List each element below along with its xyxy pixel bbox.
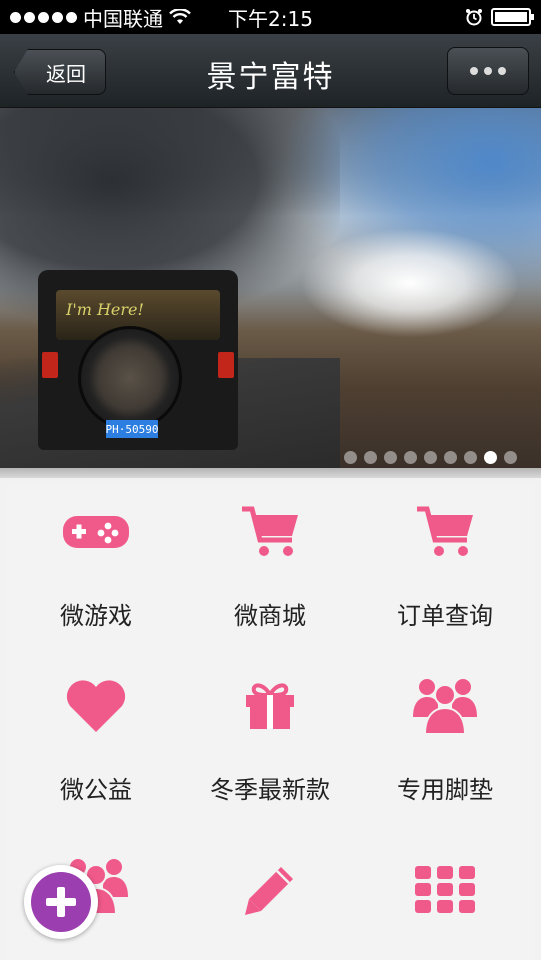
grid-item-micro-charity[interactable]: 微公益 [8,658,184,828]
alarm-icon [466,9,482,26]
signal-strength-icon [10,11,77,23]
banner-carousel[interactable]: I'm Here! PH·50590 [0,108,541,468]
grid-item-label: 微商城 [234,602,306,630]
grid-item-label: 专用脚垫 [397,776,493,804]
wifi-icon [169,9,191,24]
carousel-dot[interactable] [344,451,357,464]
tail-light [218,352,234,378]
grid-item-winter-new[interactable]: 冬季最新款 [182,658,358,828]
gamepad-icon [63,506,129,558]
gift-icon [244,680,296,732]
more-options-button[interactable] [447,47,529,95]
status-time: 下午2:15 [228,6,313,31]
spare-tire [78,326,182,430]
pencil-icon [243,864,297,916]
more-dot-icon [498,67,506,75]
status-right [465,8,534,26]
carrier-name: 中国联通 [83,6,163,31]
cart-icon [415,506,475,558]
carousel-dot[interactable] [384,451,397,464]
grid-item-order-query[interactable]: 订单查询 [357,484,533,654]
grid-item-label: 微公益 [60,776,132,804]
battery-icon [491,8,534,26]
status-bar: 中国联通 下午2:15 [0,0,541,34]
fab-circle [31,872,91,932]
carousel-dot[interactable] [424,451,437,464]
grid-item-label: 冬季最新款 [210,776,330,804]
banner-jeep-image: I'm Here! PH·50590 [38,270,238,450]
people-icon [413,679,477,735]
grid-icon [415,864,475,916]
grid-item-floor-mats[interactable]: 专用脚垫 [357,658,533,828]
more-dot-icon [470,67,478,75]
grid-item-label: 微游戏 [60,602,132,630]
cart-icon [240,506,300,558]
banner-divider [0,468,541,478]
carousel-dot[interactable] [484,451,497,464]
grid-item-micro-game[interactable]: 微游戏 [8,484,184,654]
more-dot-icon [484,67,492,75]
carousel-dot[interactable] [364,451,377,464]
status-left: 中国联通 [10,3,191,32]
grid-item-row3-2[interactable] [182,836,358,960]
carousel-pager[interactable] [344,451,517,464]
grid-item-label: 订单查询 [397,602,493,630]
carousel-dot[interactable] [404,451,417,464]
license-plate: PH·50590 [106,420,159,438]
plus-icon [46,887,76,917]
tail-light [42,352,58,378]
carousel-dot[interactable] [464,451,477,464]
floating-add-button[interactable] [24,865,98,939]
carousel-dot[interactable] [504,451,517,464]
heart-icon [65,680,127,732]
nav-bar: 返回 景宁富特 [0,34,541,108]
carousel-dot[interactable] [444,451,457,464]
grid-item-micro-mall[interactable]: 微商城 [182,484,358,654]
jeep-window-text: I'm Here! [66,300,144,319]
grid-item-row3-3[interactable] [357,836,533,960]
banner-cloud [300,228,520,338]
